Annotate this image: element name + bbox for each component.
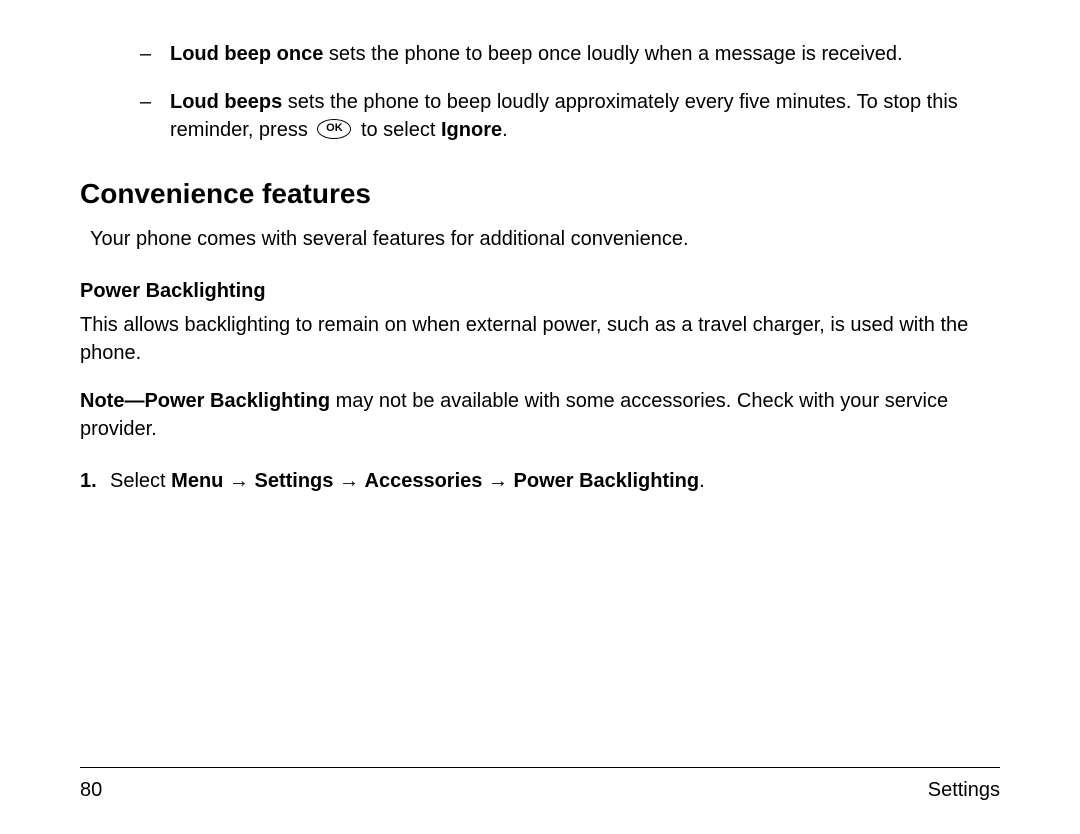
body-paragraph-1: This allows backlighting to remain on wh… [80, 311, 1000, 367]
page-footer: 80 Settings [80, 767, 1000, 804]
step-number: 1. [80, 467, 110, 495]
menu-label: Menu [171, 470, 223, 492]
bullet-dash: – [140, 88, 170, 144]
bullet-text-3: . [502, 119, 508, 141]
settings-label: Settings [255, 470, 334, 492]
ok-button-icon: OK [317, 119, 351, 139]
bullet-item-loud-beeps: – Loud beeps sets the phone to beep loud… [140, 88, 1000, 144]
bullet-content: Loud beeps sets the phone to beep loudly… [170, 88, 1000, 144]
arrow-icon: → [223, 470, 254, 492]
bullet-text-2: to select [355, 119, 441, 141]
accessories-label: Accessories [365, 470, 483, 492]
intro-paragraph: Your phone comes with several features f… [90, 225, 1000, 253]
arrow-icon: → [482, 470, 513, 492]
power-backlighting-label: Power Backlighting [514, 470, 700, 492]
step-prefix: Select [110, 470, 171, 492]
subsection-heading: Power Backlighting [80, 277, 1000, 305]
note-paragraph: Note—Power Backlighting may not be avail… [80, 387, 1000, 443]
bullet-content: Loud beep once sets the phone to beep on… [170, 40, 1000, 68]
bullet-bold-text: Loud beep once [170, 43, 323, 65]
step-dot: . [699, 470, 705, 492]
bullet-item-loud-beep-once: – Loud beep once sets the phone to beep … [140, 40, 1000, 68]
section-heading: Convenience features [80, 174, 1000, 213]
bullet-text: sets the phone to beep once loudly when … [323, 43, 902, 65]
section-name: Settings [928, 776, 1000, 804]
arrow-icon: → [333, 470, 364, 492]
step-content: Select Menu → Settings → Accessories → P… [110, 467, 1000, 495]
page-number: 80 [80, 776, 102, 804]
numbered-step-1: 1. Select Menu → Settings → Accessories … [80, 467, 1000, 495]
note-bold: Note—Power Backlighting [80, 390, 330, 412]
ignore-label: Ignore [441, 119, 502, 141]
bullet-text-1: sets the phone to beep loudly approximat… [170, 91, 958, 141]
bullet-dash: – [140, 40, 170, 68]
bullet-bold-text: Loud beeps [170, 91, 282, 113]
bullet-list: – Loud beep once sets the phone to beep … [140, 40, 1000, 144]
